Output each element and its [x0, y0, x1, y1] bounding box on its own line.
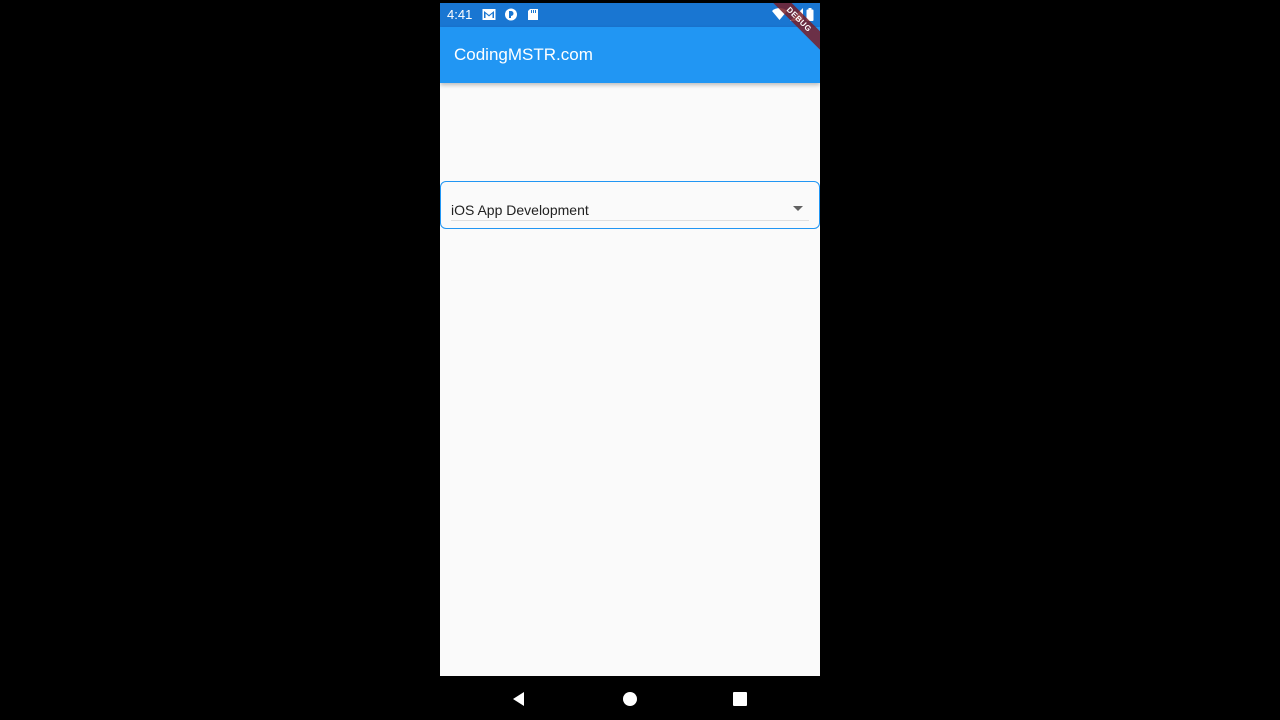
- notification-icons: [482, 8, 540, 21]
- sd-card-icon: [526, 8, 540, 21]
- gmail-icon: [482, 8, 496, 21]
- dropdown-underline: [451, 220, 809, 221]
- status-time: 4:41: [447, 7, 473, 22]
- dropdown-selected-value: iOS App Development: [451, 202, 589, 218]
- app-bar: CodingMSTR.com: [440, 27, 820, 83]
- pocket-casts-icon: [504, 8, 518, 21]
- course-dropdown[interactable]: iOS App Development: [440, 181, 820, 229]
- arrow-drop-down-icon[interactable]: [793, 206, 803, 211]
- phone-screen: 4:41 CodingMSTR.com DEBUG iOS App Develo…: [440, 3, 820, 676]
- status-bar: 4:41: [440, 3, 820, 27]
- page-body: iOS App Development: [440, 83, 820, 676]
- app-title: CodingMSTR.com: [454, 45, 593, 64]
- home-icon[interactable]: [621, 690, 639, 708]
- navigation-bar: [440, 676, 820, 720]
- back-icon[interactable]: [510, 690, 528, 708]
- recents-icon[interactable]: [731, 690, 749, 708]
